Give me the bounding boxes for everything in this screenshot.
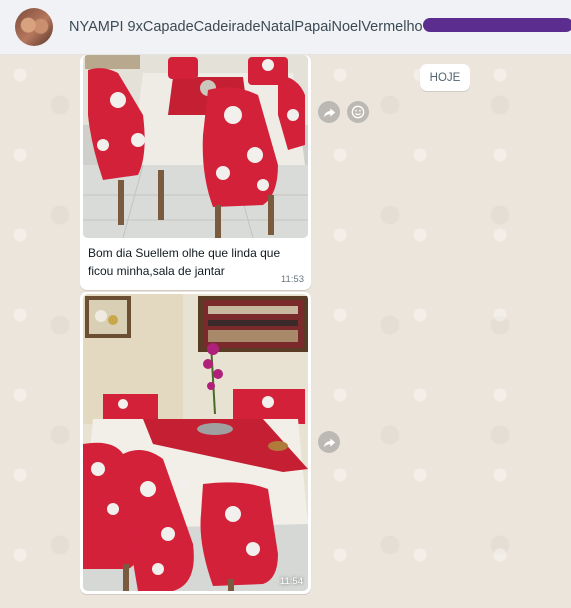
emoji-icon <box>351 105 365 119</box>
contact-name[interactable]: NYAMPI 9xCapadeCadeiradeNatalPapaiNoelVe… <box>69 19 423 35</box>
message-time-2: 11:54 <box>279 576 303 587</box>
redaction-bar <box>423 18 571 32</box>
message-photo-2[interactable] <box>83 294 308 591</box>
contact-avatar[interactable] <box>15 8 53 46</box>
forward-button-1[interactable] <box>318 101 340 123</box>
image-message-2[interactable]: 11:54 <box>80 292 311 594</box>
message-time-1: 11:53 <box>280 274 304 285</box>
forward-button-2[interactable] <box>318 431 340 453</box>
message-photo-1[interactable] <box>83 55 308 238</box>
forward-icon <box>323 107 335 117</box>
message-caption-1: Bom dia Suellem olhe que linda que ficou… <box>88 246 281 278</box>
date-chip: HOJE <box>420 64 470 91</box>
emoji-reaction-button[interactable] <box>347 101 369 123</box>
forward-icon <box>323 437 335 447</box>
image-message-1[interactable]: Bom dia Suellem olhe que linda que ficou… <box>80 55 311 290</box>
